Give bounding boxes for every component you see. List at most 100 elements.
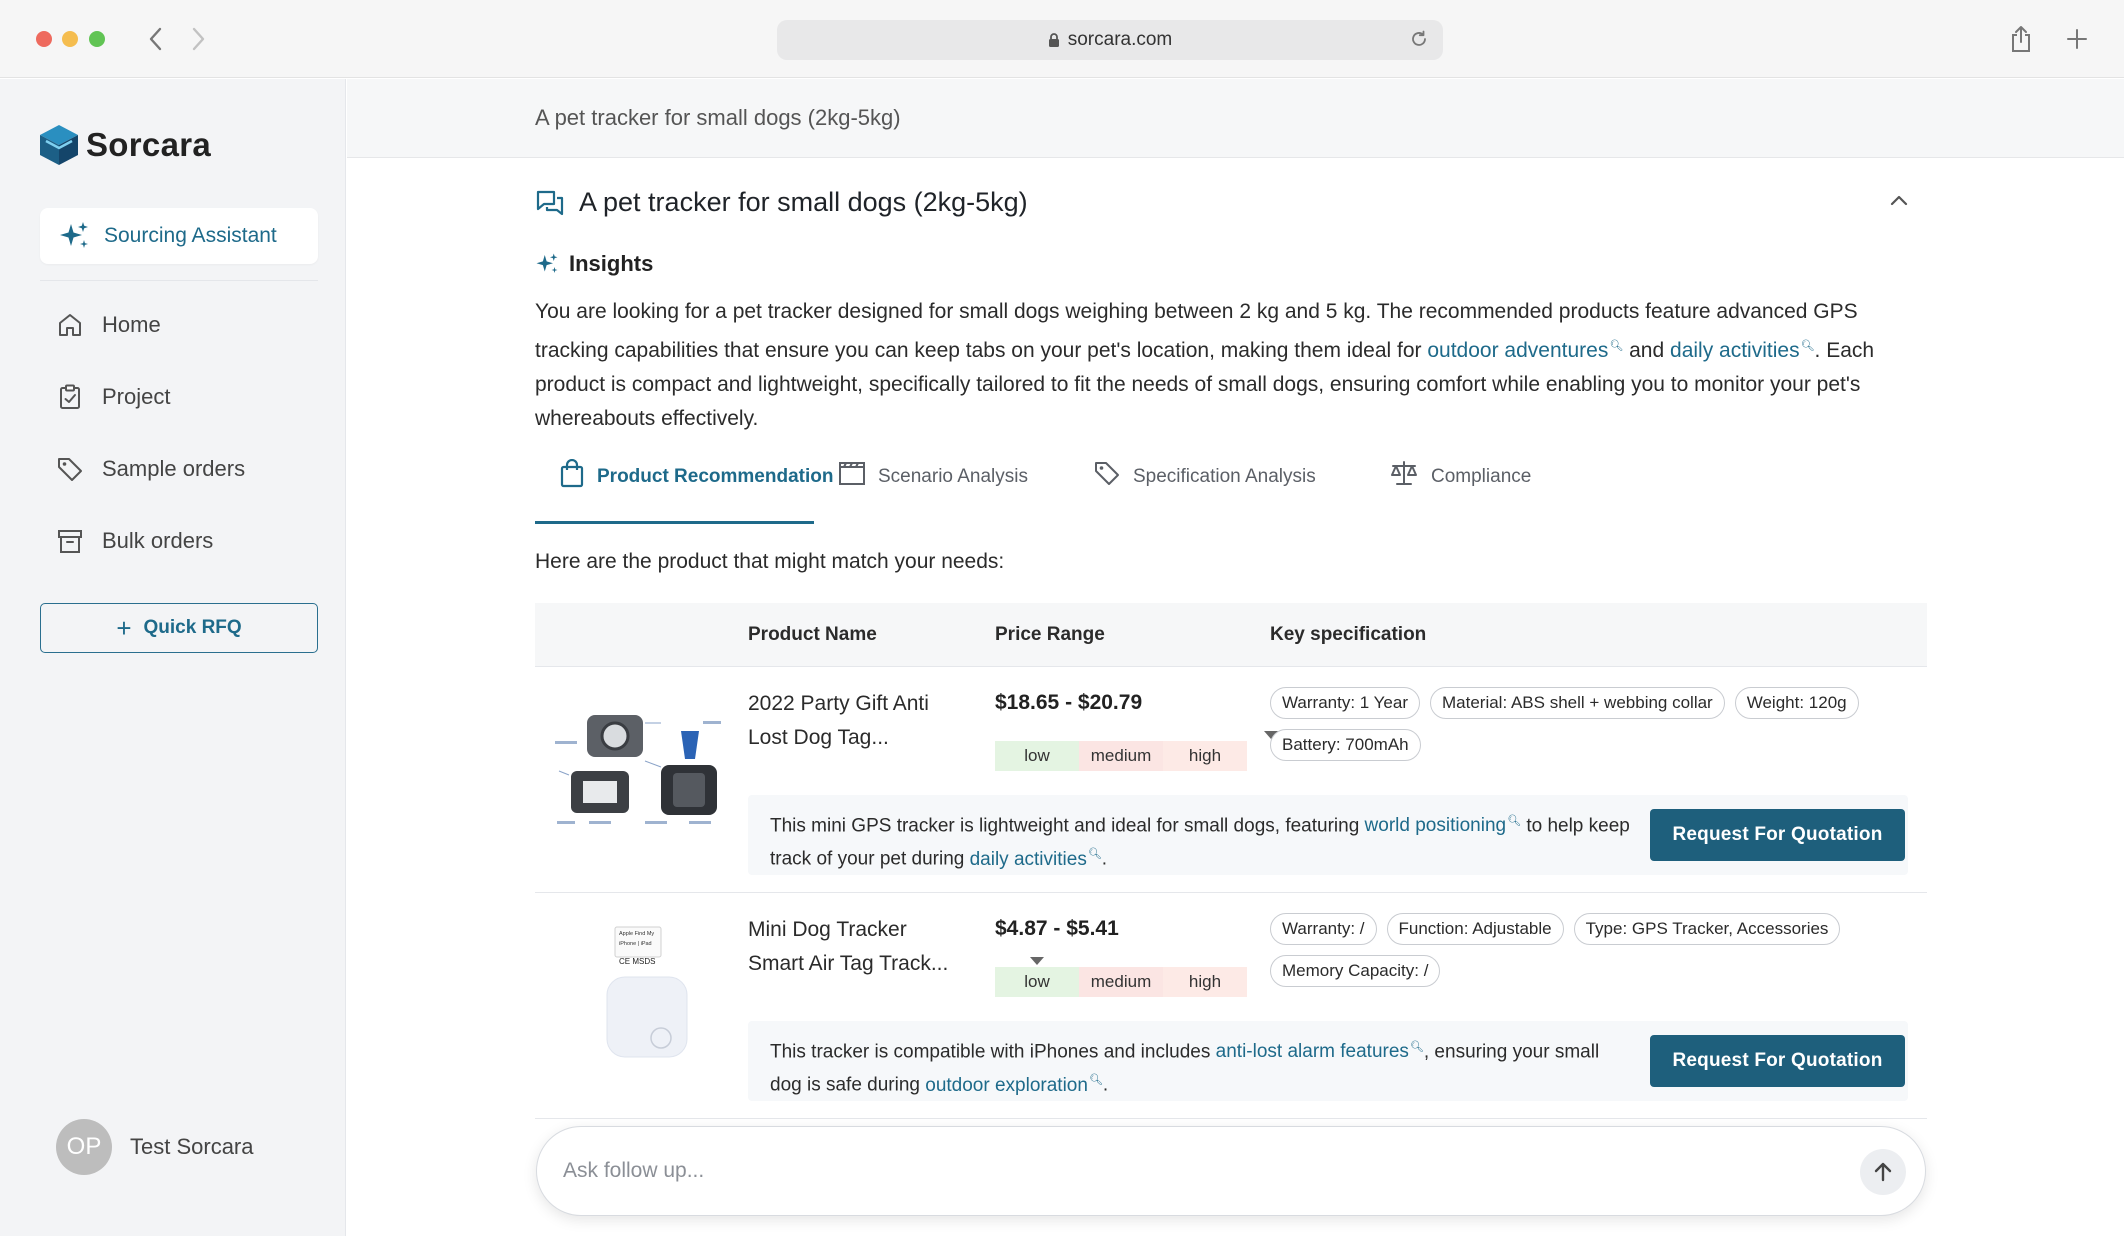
tab-label: Product Recommendation: [597, 466, 834, 487]
home-icon: [59, 314, 81, 336]
link-text: outdoor exploration: [925, 1074, 1088, 1096]
chat-icon: [536, 190, 564, 215]
chevron-right-icon: [192, 27, 205, 51]
clipboard-icon: [60, 384, 80, 409]
summary-text: This tracker is compatible with iPhones …: [770, 1033, 1630, 1100]
main-content: A pet tracker for small dogs (2kg-5kg) A…: [347, 79, 2124, 1236]
outdoor-adventures-link[interactable]: outdoor adventures🔍︎: [1427, 339, 1623, 362]
magnifier-icon: 🔍︎: [1609, 340, 1624, 352]
price-level-medium: medium: [1079, 967, 1163, 997]
daily-activities-link[interactable]: daily activities🔍︎: [969, 848, 1102, 870]
table-header: Product Name Price Range Key specificati…: [535, 603, 1927, 667]
quick-rfq-button[interactable]: + Quick RFQ: [40, 603, 318, 653]
query-header: A pet tracker for small dogs (2kg-5kg): [347, 79, 2124, 158]
scale-icon: [1391, 461, 1417, 485]
product-image[interactable]: Apple Find My iPhone | iPad CE MSDS: [549, 923, 725, 1059]
zoom-window-button[interactable]: [89, 31, 105, 47]
summary-text-part: .: [1101, 848, 1108, 870]
magnifier-icon: 🔍︎: [1507, 815, 1522, 827]
tab-specification-analysis[interactable]: Specification Analysis: [1093, 459, 1316, 505]
price-level-medium: medium: [1079, 741, 1163, 771]
product-image[interactable]: [549, 711, 725, 847]
product-name[interactable]: Mini Dog Tracker Smart Air Tag Track...: [748, 913, 968, 981]
sidebar-item-label: Home: [102, 312, 161, 337]
spec-chip: Material: ABS shell + webbing collar: [1430, 687, 1725, 719]
world-positioning-link[interactable]: world positioning🔍︎: [1365, 815, 1522, 836]
product-name[interactable]: 2022 Party Gift Anti Lost Dog Tag...: [748, 687, 968, 755]
daily-activities-link[interactable]: daily activities🔍︎: [1670, 339, 1815, 362]
summary-text-part: This tracker is compatible with iPhones …: [770, 1041, 1216, 1063]
follow-up-input[interactable]: [563, 1153, 1783, 1189]
tag-icon: [58, 458, 82, 481]
chevron-left-icon: [149, 27, 162, 51]
address-bar[interactable]: sorcara.com: [777, 20, 1443, 60]
insights-text-part: and: [1623, 339, 1671, 362]
anti-lost-alarm-link[interactable]: anti-lost alarm features🔍︎: [1216, 1041, 1424, 1062]
sidebar-item-bulk-orders[interactable]: Bulk orders: [56, 521, 213, 561]
spec-chip: Memory Capacity: /: [1270, 955, 1441, 987]
price-level-high: high: [1163, 967, 1247, 997]
sparkle-icon: [60, 222, 88, 248]
back-button[interactable]: [140, 22, 170, 56]
new-tab-button[interactable]: [2060, 22, 2094, 56]
magnifier-icon: 🔍︎: [1409, 1041, 1424, 1053]
tab-label: Compliance: [1431, 466, 1532, 487]
arrow-up-icon: [1874, 1162, 1892, 1182]
minimize-window-button[interactable]: [62, 31, 78, 47]
collapse-button[interactable]: [1887, 189, 1911, 218]
insights-label: Insights: [569, 251, 654, 276]
link-text: world positioning: [1364, 815, 1507, 837]
column-header-key-specification: Key specification: [1270, 624, 1427, 645]
sidebar-item-label: Project: [102, 384, 171, 409]
reload-icon[interactable]: [1409, 29, 1429, 55]
sidebar: Sorcara Sourcing Assistant Home Project …: [0, 79, 346, 1236]
forward-button[interactable]: [184, 22, 214, 56]
thumb-caption: CE MSDS: [619, 957, 655, 966]
summary-text-part: This mini GPS tracker is lightweight and…: [770, 815, 1365, 837]
tag-icon: [1095, 462, 1119, 485]
spec-chips: Warranty: 1 Year Material: ABS shell + w…: [1270, 687, 1910, 761]
outdoor-exploration-link[interactable]: outdoor exploration🔍︎: [925, 1074, 1103, 1096]
price-level-marker: [1030, 957, 1044, 965]
sourcing-assistant-label: Sourcing Assistant: [104, 224, 277, 247]
sparkle-icon: [536, 253, 558, 273]
spec-chip: Battery: 700mAh: [1270, 729, 1421, 761]
link-text: daily activities: [1670, 339, 1800, 362]
tab-product-recommendation[interactable]: Product Recommendation: [559, 459, 833, 505]
avatar: OP: [56, 1119, 112, 1175]
user-name: Test Sorcara: [130, 1134, 254, 1159]
user-profile[interactable]: OP Test Sorcara: [56, 1119, 254, 1175]
link-text: daily activities: [969, 848, 1087, 870]
tab-compliance[interactable]: Compliance: [1389, 459, 1531, 505]
sorcara-logo-icon: [40, 125, 78, 165]
close-window-button[interactable]: [36, 31, 52, 47]
request-for-quotation-button[interactable]: Request For Quotation: [1650, 809, 1905, 861]
archive-icon: [58, 530, 82, 553]
insights-heading: Insights: [535, 251, 653, 277]
share-button[interactable]: [2004, 22, 2038, 56]
table-row: 2022 Party Gift Anti Lost Dog Tag... $18…: [535, 667, 1927, 893]
spec-chip: Function: Adjustable: [1386, 913, 1564, 945]
sidebar-item-sample-orders[interactable]: Sample orders: [56, 449, 245, 489]
insights-text: You are looking for a pet tracker design…: [535, 295, 1935, 436]
tab-scenario-analysis[interactable]: Scenario Analysis: [838, 459, 1028, 505]
magnifier-icon: 🔍︎: [1088, 1074, 1103, 1087]
request-for-quotation-button[interactable]: Request For Quotation: [1650, 1035, 1905, 1087]
query-text: A pet tracker for small dogs (2kg-5kg): [535, 105, 901, 130]
sidebar-item-project[interactable]: Project: [56, 377, 170, 417]
thread-header: A pet tracker for small dogs (2kg-5kg): [535, 187, 1028, 218]
share-icon: [2012, 26, 2030, 52]
sidebar-divider: [40, 280, 318, 281]
tab-label: Specification Analysis: [1133, 466, 1316, 487]
price-level-scale: low medium high: [995, 967, 1247, 997]
product-summary: This tracker is compatible with iPhones …: [748, 1021, 1908, 1101]
sourcing-assistant-button[interactable]: Sourcing Assistant: [40, 208, 318, 264]
brand-name: Sorcara: [86, 126, 212, 163]
send-button[interactable]: [1860, 1149, 1906, 1195]
spec-chips: Warranty: / Function: Adjustable Type: G…: [1270, 913, 1910, 987]
spec-chip: Warranty: 1 Year: [1270, 687, 1420, 719]
sidebar-item-home[interactable]: Home: [56, 305, 161, 345]
tab-label: Scenario Analysis: [878, 466, 1028, 487]
brand-logo[interactable]: Sorcara: [38, 123, 211, 167]
plus-icon: [2067, 29, 2087, 49]
